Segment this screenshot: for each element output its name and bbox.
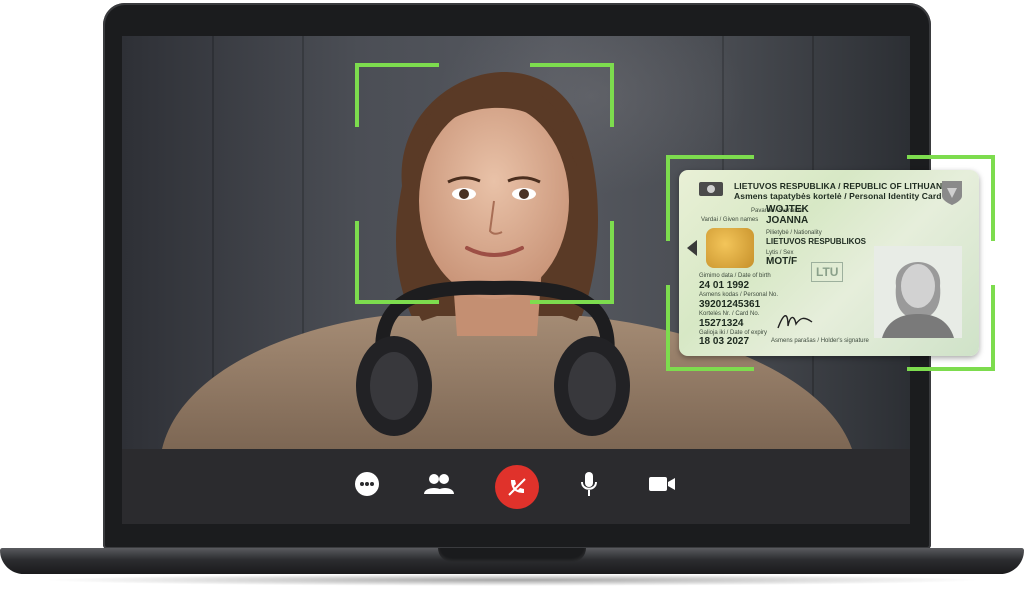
given-names-label: Vardai / Given names xyxy=(701,217,759,223)
expiry-value: 18 03 2027 xyxy=(699,336,750,347)
card-header-line1: LIETUVOS RESPUBLIKA / REPUBLIC OF LITHUA… xyxy=(734,181,951,191)
holder-portrait xyxy=(882,262,954,338)
personal-no-label: Asmens kodas / Personal No. xyxy=(699,292,779,298)
id-card: LIETUVOS RESPUBLIKA / REPUBLIC OF LITHUA… xyxy=(679,170,979,356)
sex-value: MOT/F xyxy=(766,256,798,267)
microphone-icon xyxy=(581,472,597,496)
nationality-value: LIETUVOS RESPUBLIKOS xyxy=(766,237,867,246)
card-header-line2: Asmens tapatybės kortelė / Personal Iden… xyxy=(734,191,942,201)
end-call-button[interactable] xyxy=(495,465,539,509)
chip-icon xyxy=(706,228,754,268)
card-no-value: 15271324 xyxy=(699,318,744,329)
card-logo-icon xyxy=(699,182,723,196)
signature-label: Asmens parašas / Holder's signature xyxy=(771,338,869,344)
card-no-label: Kortelės Nr. / Card No. xyxy=(699,311,760,317)
nationality-label: Pilietybė / Nationality xyxy=(766,230,822,236)
arrow-left-icon xyxy=(687,240,697,256)
participants-icon xyxy=(424,474,454,494)
microphone-button[interactable] xyxy=(574,469,604,499)
dob-value: 24 01 1992 xyxy=(699,280,750,291)
surname-value: WOJTEK xyxy=(766,204,809,215)
camera-button[interactable] xyxy=(647,469,677,499)
dob-label: Gimimo data / Date of birth xyxy=(699,273,771,279)
laptop-shadow xyxy=(40,574,984,586)
face-frame-corner xyxy=(530,221,614,304)
camera-icon xyxy=(649,477,675,491)
more-options-button[interactable] xyxy=(352,469,382,499)
call-toolbar xyxy=(122,449,910,524)
hangup-icon xyxy=(508,478,526,496)
holder-photo xyxy=(874,246,962,338)
face-frame-corner xyxy=(355,63,439,127)
coat-of-arms-icon xyxy=(942,181,962,205)
face-frame-corner xyxy=(530,63,614,127)
signature-image xyxy=(777,315,813,329)
laptop-notch xyxy=(438,548,586,562)
personal-no-value: 39201245361 xyxy=(699,299,761,310)
more-icon xyxy=(355,472,379,496)
face-frame-corner xyxy=(355,221,439,304)
given-names-value: JOANNA xyxy=(766,215,809,226)
participants-button[interactable] xyxy=(422,469,456,499)
country-code: LTU xyxy=(811,262,844,282)
